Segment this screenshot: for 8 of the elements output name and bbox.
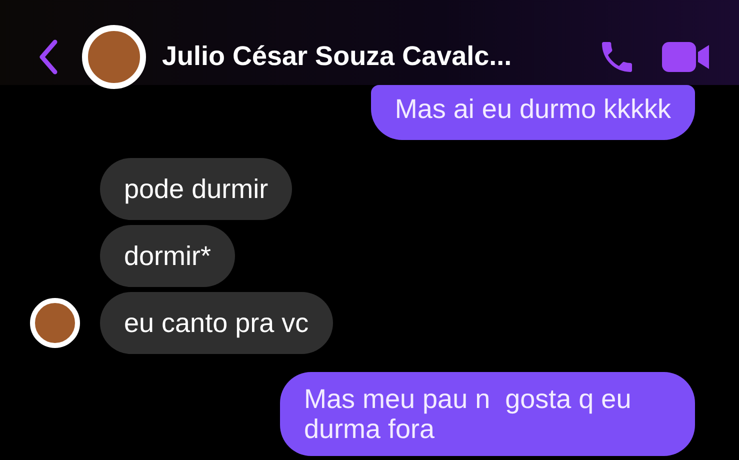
contact-avatar[interactable] (30, 298, 80, 348)
video-camera-icon[interactable] (661, 40, 711, 74)
sent-message: Mas ai eu durmo kkkkk (370, 85, 695, 140)
received-message: dormir* (100, 225, 236, 287)
received-message: pode durmir (100, 158, 292, 220)
sent-message: Mas meu pau n gosta q eu durma fora (280, 372, 695, 456)
back-icon[interactable] (38, 38, 58, 74)
received-message: eu canto pra vc (100, 292, 333, 354)
